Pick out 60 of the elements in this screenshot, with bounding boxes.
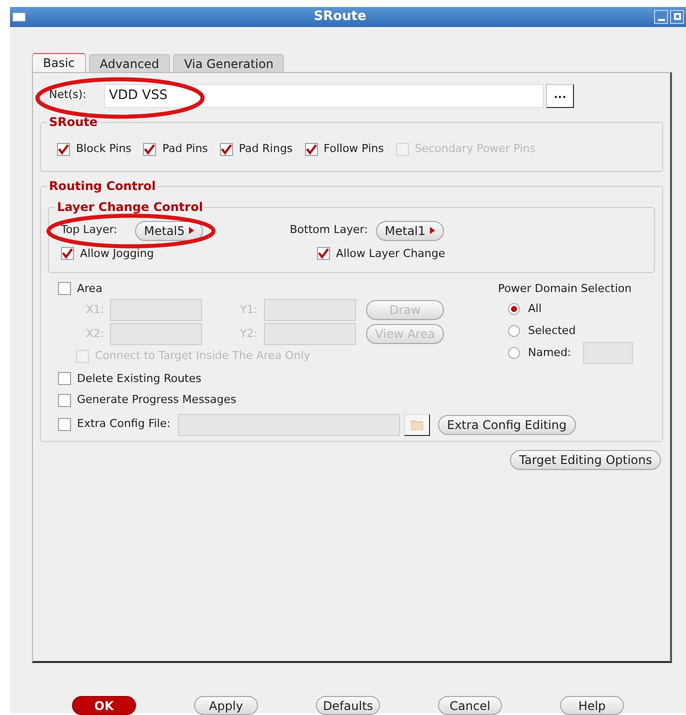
checkbox-label: Delete Existing Routes (77, 370, 202, 386)
checkbox-label: Allow Layer Change (336, 246, 446, 262)
checkbox[interactable] (58, 372, 71, 386)
checkbox-label: Extra Config File: (77, 416, 170, 432)
field-label: Bottom Layer: (290, 222, 369, 238)
maximize-icon[interactable] (670, 10, 684, 24)
tab[interactable]: Advanced (88, 54, 170, 72)
group-title: Layer Change Control (55, 198, 205, 214)
checkbox-label: Block Pins (76, 141, 132, 158)
checkbox[interactable] (304, 143, 318, 156)
checkbox-label: Follow Pins (324, 141, 384, 158)
checkbox[interactable] (220, 143, 233, 156)
browse-button[interactable]: ... (546, 84, 574, 108)
folder-icon (411, 420, 423, 430)
nets-field[interactable]: VDD VSS (104, 84, 544, 108)
checkbox[interactable] (143, 143, 156, 156)
input-field[interactable] (110, 299, 202, 321)
input-field[interactable] (178, 414, 400, 436)
group-title: Routing Control (47, 178, 158, 194)
radio-button[interactable] (508, 347, 520, 359)
section-label: Power Domain Selection (498, 280, 633, 296)
checkbox-label: Area (77, 280, 102, 296)
radio-label: Selected (528, 322, 576, 339)
target-editing-options-button[interactable]: Target Editing Options (510, 450, 661, 470)
input-field[interactable] (264, 323, 356, 345)
radio-label: All (528, 300, 542, 317)
checkbox[interactable] (58, 418, 71, 431)
extra-config-editing-button[interactable]: Extra Config Editing (438, 414, 576, 434)
input-field[interactable] (110, 323, 202, 345)
checkbox-label: Pad Pins (162, 141, 208, 158)
field-label: Net(s): (49, 87, 88, 104)
checkbox[interactable] (57, 143, 70, 156)
radio-label: Named: (528, 344, 572, 361)
triangle-icon (430, 227, 435, 234)
minimize-icon[interactable] (654, 10, 668, 24)
layer-dropdown[interactable]: Metal5 (135, 220, 203, 240)
checkbox[interactable] (58, 394, 71, 407)
checkbox-label: Generate Progress Messages (77, 392, 236, 408)
input-field[interactable] (583, 342, 634, 364)
checkbox-label: Pad Rings (238, 141, 293, 158)
layer-dropdown[interactable]: Metal1 (376, 220, 444, 240)
dialog-button[interactable]: OK (72, 696, 136, 714)
window-menu-icon[interactable] (12, 12, 26, 22)
checkbox-label: Allow Jogging (80, 246, 154, 262)
folder-button[interactable] (404, 414, 430, 436)
dialog-button[interactable]: Cancel (438, 696, 502, 714)
tab[interactable]: Via Generation (173, 54, 284, 72)
dialog-button[interactable]: Help (560, 696, 624, 714)
checkbox[interactable] (317, 247, 330, 260)
field-label: Top Layer: (61, 222, 118, 238)
dialog-button[interactable]: Apply (194, 696, 258, 714)
checkbox[interactable] (58, 282, 71, 296)
dialog-button[interactable]: Defaults (316, 696, 380, 714)
checkbox[interactable] (61, 247, 74, 260)
input-field[interactable] (264, 299, 356, 321)
tab[interactable]: Basic (32, 52, 86, 72)
window-title: SRoute (312, 8, 368, 26)
radio-button[interactable] (508, 303, 520, 315)
radio-button[interactable] (508, 325, 520, 337)
triangle-icon (188, 227, 194, 234)
